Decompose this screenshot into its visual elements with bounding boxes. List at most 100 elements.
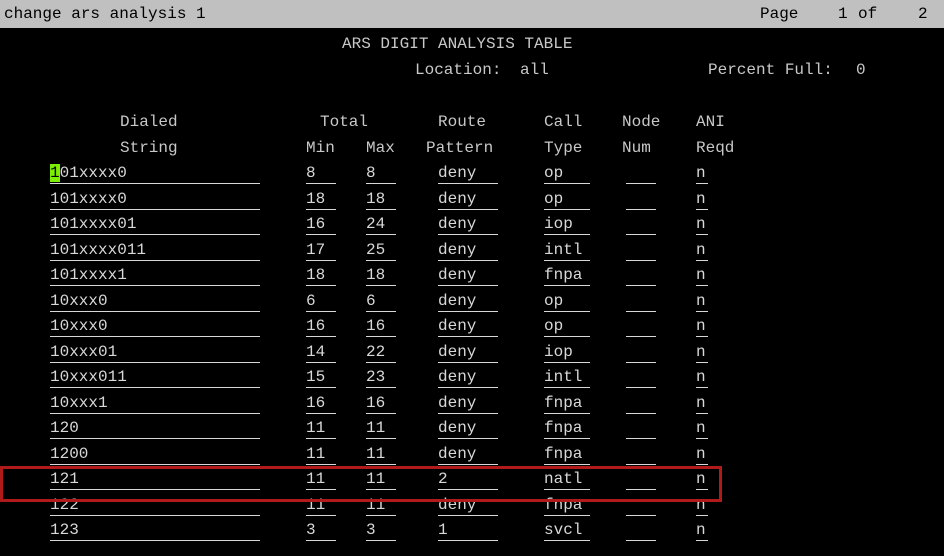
call-type-field[interactable]: op bbox=[544, 291, 563, 311]
call-type-field[interactable]: intl bbox=[544, 240, 582, 260]
field-underline bbox=[626, 514, 656, 516]
ani-reqd-field[interactable]: n bbox=[696, 163, 706, 183]
max-field[interactable]: 11 bbox=[366, 495, 385, 515]
field-underline bbox=[366, 463, 396, 465]
dialed-string-field[interactable]: 10xxx0 bbox=[50, 291, 108, 311]
dialed-string-field[interactable]: 101xxxx01 bbox=[50, 214, 136, 234]
field-underline bbox=[544, 183, 590, 184]
max-field[interactable]: 8 bbox=[366, 163, 376, 183]
route-pattern-field[interactable]: deny bbox=[438, 189, 476, 209]
min-field[interactable]: 8 bbox=[306, 163, 316, 183]
ani-reqd-field[interactable]: n bbox=[696, 393, 706, 413]
dialed-string-field[interactable]: 101xxxx1 bbox=[50, 265, 127, 285]
route-pattern-field[interactable]: deny bbox=[438, 418, 476, 438]
ani-reqd-field[interactable]: n bbox=[696, 316, 706, 336]
ani-reqd-field[interactable]: n bbox=[696, 265, 706, 285]
ani-reqd-field[interactable]: n bbox=[696, 240, 706, 260]
min-field[interactable]: 16 bbox=[306, 316, 325, 336]
ani-reqd-field[interactable]: n bbox=[696, 367, 706, 387]
route-pattern-field[interactable]: deny bbox=[438, 367, 476, 387]
route-pattern-field[interactable]: deny bbox=[438, 342, 476, 362]
route-pattern-field[interactable]: deny bbox=[438, 214, 476, 234]
max-field[interactable]: 23 bbox=[366, 367, 385, 387]
max-field[interactable]: 16 bbox=[366, 316, 385, 336]
min-field[interactable]: 16 bbox=[306, 214, 325, 234]
dialed-string-field[interactable]: 121 bbox=[50, 469, 79, 489]
max-field[interactable]: 3 bbox=[366, 520, 376, 540]
call-type-field[interactable]: op bbox=[544, 189, 563, 209]
field-underline bbox=[544, 361, 590, 363]
min-field[interactable]: 18 bbox=[306, 265, 325, 285]
route-pattern-field[interactable]: deny bbox=[438, 393, 476, 413]
ani-reqd-field[interactable]: n bbox=[696, 469, 706, 489]
route-pattern-field[interactable]: deny bbox=[438, 240, 476, 260]
ani-reqd-field[interactable]: n bbox=[696, 342, 706, 362]
ani-reqd-field[interactable]: n bbox=[696, 520, 706, 540]
dialed-string-field[interactable]: 122 bbox=[50, 495, 79, 515]
max-field[interactable]: 11 bbox=[366, 418, 385, 438]
max-field[interactable]: 25 bbox=[366, 240, 385, 260]
dialed-string-field[interactable]: 10xxx0 bbox=[50, 316, 108, 336]
field-underline bbox=[366, 514, 396, 516]
min-field[interactable]: 6 bbox=[306, 291, 316, 311]
call-type-field[interactable]: fnpa bbox=[544, 444, 582, 464]
min-field[interactable]: 11 bbox=[306, 469, 325, 489]
max-field[interactable]: 22 bbox=[366, 342, 385, 362]
min-field[interactable]: 11 bbox=[306, 418, 325, 438]
call-type-field[interactable]: natl bbox=[544, 469, 582, 489]
call-type-field[interactable]: svcl bbox=[544, 520, 582, 540]
max-field[interactable]: 18 bbox=[366, 189, 385, 209]
call-type-field[interactable]: iop bbox=[544, 342, 573, 362]
call-type-field[interactable]: intl bbox=[544, 367, 582, 387]
route-pattern-field[interactable]: deny bbox=[438, 163, 476, 183]
min-field[interactable]: 11 bbox=[306, 495, 325, 515]
dialed-string-field[interactable]: 120 bbox=[50, 418, 79, 438]
dialed-string-field[interactable]: 101xxxx0 bbox=[50, 189, 127, 209]
ani-reqd-field[interactable]: n bbox=[696, 418, 706, 438]
route-pattern-field[interactable]: deny bbox=[438, 444, 476, 464]
ani-reqd-field[interactable]: n bbox=[696, 444, 706, 464]
ani-reqd-field[interactable]: n bbox=[696, 291, 706, 311]
dialed-string-field[interactable]: 123 bbox=[50, 520, 79, 540]
route-pattern-field[interactable]: deny bbox=[438, 316, 476, 336]
dialed-string-field[interactable]: 10xxx01 bbox=[50, 342, 117, 362]
max-field[interactable]: 24 bbox=[366, 214, 385, 234]
field-underline bbox=[696, 336, 708, 337]
route-pattern-field[interactable]: deny bbox=[438, 495, 476, 515]
max-field[interactable]: 16 bbox=[366, 393, 385, 413]
call-type-field[interactable]: fnpa bbox=[544, 393, 582, 413]
max-field[interactable]: 11 bbox=[366, 444, 385, 464]
call-type-field[interactable]: fnpa bbox=[544, 495, 582, 515]
table-row: 120 11 11 deny fnpa n bbox=[0, 415, 944, 441]
field-underline bbox=[544, 208, 590, 210]
min-field[interactable]: 18 bbox=[306, 189, 325, 209]
max-field[interactable]: 6 bbox=[366, 291, 376, 311]
route-pattern-field[interactable]: deny bbox=[438, 265, 476, 285]
min-field[interactable]: 15 bbox=[306, 367, 325, 387]
call-type-field[interactable]: op bbox=[544, 316, 563, 336]
dialed-string-field[interactable]: 10xxx1 bbox=[50, 393, 108, 413]
dialed-string-field[interactable]: 1200 bbox=[50, 444, 88, 464]
min-field[interactable]: 16 bbox=[306, 393, 325, 413]
call-type-field[interactable]: fnpa bbox=[544, 265, 582, 285]
min-field[interactable]: 3 bbox=[306, 520, 316, 540]
call-type-field[interactable]: fnpa bbox=[544, 418, 582, 438]
field-underline bbox=[50, 259, 260, 261]
ani-reqd-field[interactable]: n bbox=[696, 214, 706, 234]
dialed-string-field[interactable]: 10xxx011 bbox=[50, 367, 127, 387]
header-pattern: Pattern bbox=[426, 139, 494, 157]
min-field[interactable]: 11 bbox=[306, 444, 325, 464]
call-type-field[interactable]: op bbox=[544, 163, 563, 183]
route-pattern-field[interactable]: 1 bbox=[438, 520, 448, 540]
dialed-string-field[interactable]: 101xxxx0 bbox=[50, 163, 127, 183]
ani-reqd-field[interactable]: n bbox=[696, 189, 706, 209]
max-field[interactable]: 11 bbox=[366, 469, 385, 489]
route-pattern-field[interactable]: 2 bbox=[438, 469, 448, 489]
ani-reqd-field[interactable]: n bbox=[696, 495, 706, 515]
route-pattern-field[interactable]: deny bbox=[438, 291, 476, 311]
min-field[interactable]: 14 bbox=[306, 342, 325, 362]
max-field[interactable]: 18 bbox=[366, 265, 385, 285]
min-field[interactable]: 17 bbox=[306, 240, 325, 260]
dialed-string-field[interactable]: 101xxxx011 bbox=[50, 240, 146, 260]
call-type-field[interactable]: iop bbox=[544, 214, 573, 234]
